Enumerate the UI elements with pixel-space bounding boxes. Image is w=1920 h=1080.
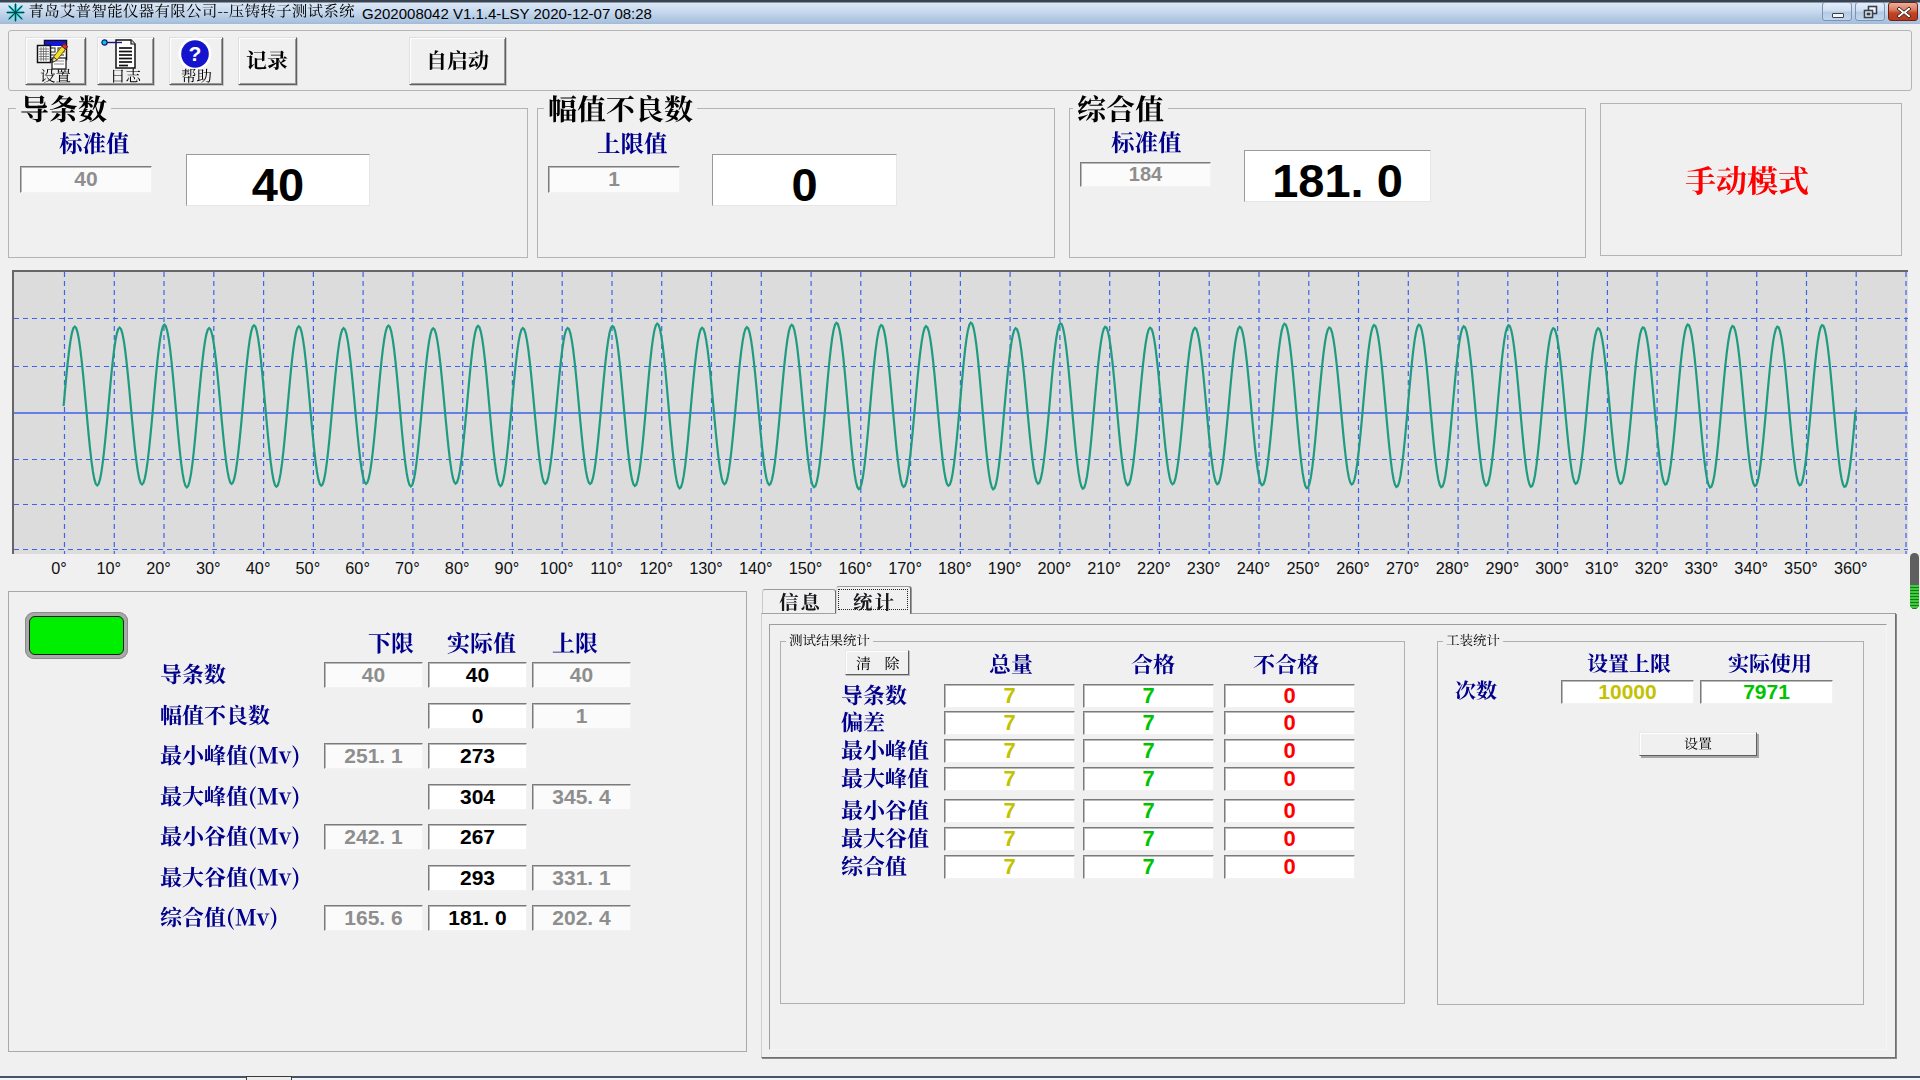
svg-text:?: ?	[189, 42, 202, 65]
